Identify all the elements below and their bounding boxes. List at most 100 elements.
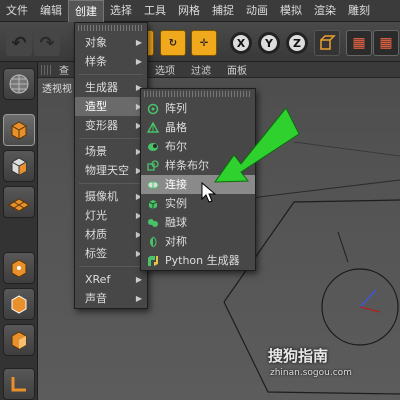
object-mode-button[interactable]: [3, 114, 35, 146]
points-mode-button[interactable]: [3, 252, 35, 284]
menu-snap[interactable]: 捕捉: [206, 0, 240, 22]
python-icon: [146, 254, 159, 267]
create-menu-item-label: 造型: [85, 100, 107, 113]
shape-submenu: 阵列晶格布尔样条布尔连接实例融球对称 Python 生成器: [140, 88, 256, 271]
shape-menu-item[interactable]: 晶格: [141, 118, 255, 137]
shape-menu-item-label: 布尔: [165, 140, 187, 153]
create-menu-item[interactable]: 造型 ▶: [75, 97, 147, 116]
create-menu-item-label: 标签: [85, 247, 107, 260]
rotate-tool-button[interactable]: ↻: [160, 30, 186, 56]
z-axis-label: Z: [293, 36, 301, 50]
undo-icon: ↶: [11, 32, 27, 54]
create-menu-item[interactable]: 材质 ▶: [75, 225, 147, 244]
create-menu-item[interactable]: 摄像机 ▶: [75, 187, 147, 206]
axis-mode-button[interactable]: [3, 368, 35, 400]
axis-l-icon: [11, 377, 26, 392]
create-menu-item[interactable]: 对象 ▶: [75, 33, 147, 52]
menu-tools[interactable]: 工具: [138, 0, 172, 22]
toolbar: ↶ ↷ ↻ ✛ X Y Z ▦ ▦: [0, 22, 400, 62]
menu-create[interactable]: 创建: [68, 0, 104, 22]
cube-edges-icon: [11, 295, 27, 314]
y-axis-button[interactable]: Y: [258, 32, 280, 54]
submenu-arrow-icon: ▶: [135, 57, 142, 66]
create-menu-item-label: 变形器: [85, 119, 118, 132]
undo-button[interactable]: ↶: [6, 30, 32, 56]
create-menu-item-label: 场景: [85, 145, 107, 158]
render-picture-viewer-button[interactable]: ▦: [373, 30, 399, 56]
texture-mode-button[interactable]: [3, 150, 35, 182]
move-tool-button[interactable]: ✛: [191, 30, 217, 56]
menu-select[interactable]: 选择: [104, 0, 138, 22]
menu-simulate[interactable]: 模拟: [274, 0, 308, 22]
cube-points-icon: [11, 259, 27, 278]
shape-menu-item[interactable]: 布尔: [141, 137, 255, 156]
coordinate-icon: [320, 35, 336, 50]
create-menu-item-label: 生成器: [85, 81, 118, 94]
shape-menu-item[interactable]: 样条布尔: [141, 156, 255, 175]
create-menu-item-label: 材质: [85, 228, 107, 241]
submenu-arrow-icon: ▶: [135, 38, 142, 47]
submenu-tear-off-handle[interactable]: [144, 91, 252, 97]
shape-menu-item[interactable]: Python 生成器: [141, 251, 255, 270]
menu-animate[interactable]: 动画: [240, 0, 274, 22]
render-view-button[interactable]: ▦: [346, 30, 372, 56]
metaball-icon: [146, 216, 159, 229]
menu-file[interactable]: 文件: [0, 0, 34, 22]
spline-boolean-icon: [146, 159, 159, 172]
menu-bar: 文件 编辑 创建 选择 工具 网格 捕捉 动画 模拟 渲染 雕刻: [0, 0, 400, 22]
polygons-mode-button[interactable]: [3, 324, 35, 356]
menu-edit[interactable]: 编辑: [34, 0, 68, 22]
create-menu-item[interactable]: 生成器 ▶: [75, 78, 147, 97]
rotate-icon: ↻: [168, 37, 178, 49]
submenu-arrow-icon: ▶: [135, 275, 142, 284]
create-menu-item[interactable]: 样条 ▶: [75, 52, 147, 71]
shape-menu-item-label: 融球: [165, 216, 187, 229]
create-menu-item[interactable]: 灯光 ▶: [75, 206, 147, 225]
workplane-button[interactable]: [3, 186, 35, 218]
z-axis-button[interactable]: Z: [286, 32, 308, 54]
shape-menu-item-label: 晶格: [165, 121, 187, 134]
menu-render[interactable]: 渲染: [308, 0, 342, 22]
create-menu-item[interactable]: 场景 ▶: [75, 142, 147, 161]
lattice-icon: [146, 121, 159, 134]
watermark-title: 搜狗指南: [268, 347, 329, 365]
cube-icon: [11, 121, 27, 140]
create-menu-item-label: 对象: [85, 36, 107, 49]
create-menu-item[interactable]: 物理天空 ▶: [75, 161, 147, 180]
create-menu-item-label: 声音: [85, 292, 107, 305]
mouse-cursor-icon: [201, 181, 217, 203]
x-axis-label: X: [236, 36, 246, 50]
array-icon: [146, 102, 159, 115]
create-menu-item[interactable]: 变形器 ▶: [75, 116, 147, 135]
model-mode-button[interactable]: [3, 68, 35, 100]
symmetry-icon: [146, 235, 159, 248]
edges-mode-button[interactable]: [3, 288, 35, 320]
menu-separator: [79, 138, 143, 139]
shape-menu-item[interactable]: 融球: [141, 213, 255, 232]
menu-separator: [79, 183, 143, 184]
shape-menu-item-label: 实例: [165, 197, 187, 210]
menu-mesh[interactable]: 网格: [172, 0, 206, 22]
instance-icon: [146, 197, 159, 210]
shape-menu-item[interactable]: 阵列: [141, 99, 255, 118]
clapperboard-icon: ▦: [352, 35, 366, 51]
y-axis-label: Y: [265, 36, 273, 50]
shape-menu-item[interactable]: 对称: [141, 232, 255, 251]
create-menu-item[interactable]: 声音 ▶: [75, 289, 147, 308]
connect-icon: [146, 178, 159, 191]
checker-cube-icon: [11, 157, 27, 176]
shape-menu-item-label: 对称: [165, 235, 187, 248]
coordinate-system-button[interactable]: [314, 30, 340, 56]
x-axis-button[interactable]: X: [230, 32, 252, 54]
menu-tear-off-handle[interactable]: [78, 25, 144, 31]
create-menu-item[interactable]: XRef ▶: [75, 270, 147, 289]
redo-button[interactable]: ↷: [34, 30, 60, 56]
submenu-arrow-icon: ▶: [135, 294, 142, 303]
shape-menu-item[interactable]: 实例: [141, 194, 255, 213]
create-menu-item[interactable]: 标签 ▶: [75, 244, 147, 263]
shape-menu-item-label: Python 生成器: [165, 254, 240, 267]
menu-sculpt[interactable]: 雕刻: [342, 0, 376, 22]
shape-menu-item[interactable]: 连接: [141, 175, 255, 194]
clapperboard-play-icon: ▦: [379, 35, 393, 51]
shape-menu-item-label: 连接: [165, 178, 187, 191]
